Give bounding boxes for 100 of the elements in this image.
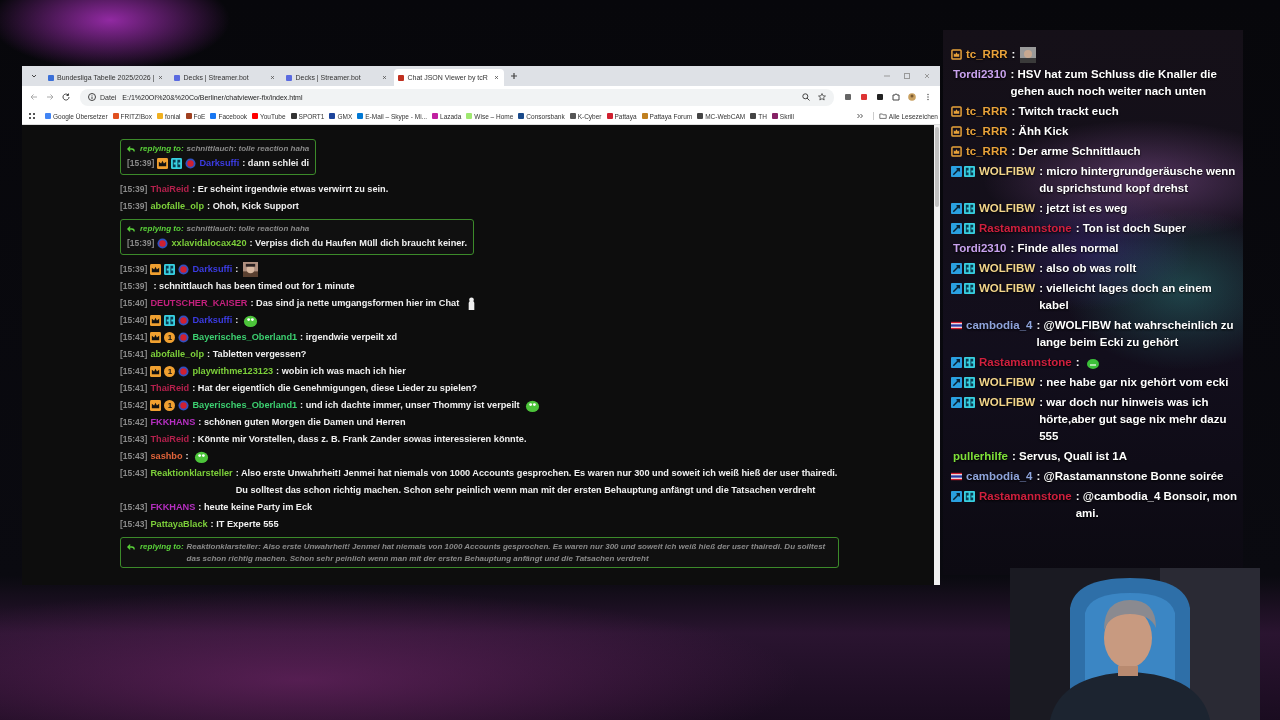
timestamp: [15:41]	[120, 365, 148, 378]
crown-badge-icon	[150, 366, 162, 377]
reply-quote: Reaktionklarsteller: Also erste Unwahrheit! Jenmei hat niemals von 1000 Accounts gesprochen. Es waren nur 300 und soweit ich weiß hieß der user thairedi. Du solltest das schon richtig machen. Schon sehr peinlich wenn man mit der ersten Behauptung anfängt und die Tatsachen verdreht	[186, 541, 827, 565]
username: tc_RRR	[966, 47, 1008, 62]
username: WOLFIBW	[979, 375, 1036, 390]
gg-badge-icon	[964, 397, 975, 408]
reply-icon	[127, 543, 135, 551]
username[interactable]: abofalle_olp	[150, 198, 204, 215]
username[interactable]: sashbo	[150, 448, 183, 465]
close-icon[interactable]	[381, 74, 389, 81]
scrollbar[interactable]	[934, 125, 940, 585]
emblem-badge-icon	[157, 238, 169, 249]
info-icon[interactable]	[87, 92, 97, 102]
message-text: : Tabletten vergessen?	[207, 348, 307, 361]
message-text: : vielleicht lages doch an einem kabel	[1039, 281, 1213, 313]
message-text: :	[185, 450, 189, 463]
username[interactable]: xxlavidalocax420	[171, 235, 247, 252]
close-icon[interactable]	[493, 74, 501, 81]
timestamp: [15:40]	[120, 297, 148, 310]
message-text: :	[1075, 355, 1080, 370]
message-text: : Ton ist doch Super	[1075, 221, 1186, 236]
message-text: : Verpiss dich du Haufen Müll dich braucht keiner.	[249, 237, 467, 250]
username[interactable]: Bayerisches_Oberland1	[192, 329, 298, 346]
reload-icon[interactable]	[61, 92, 71, 102]
gg-badge-icon	[964, 377, 975, 388]
timestamp: [15:39]	[127, 157, 155, 170]
timestamp: [15:43]	[120, 501, 148, 514]
emblem-badge-icon	[185, 158, 197, 169]
flag-icon	[951, 471, 962, 482]
message-text: :	[235, 263, 239, 276]
message-text: : nee habe gar nix gehört vom ecki	[1039, 375, 1229, 390]
timestamp: [15:42]	[120, 416, 148, 429]
username: WOLFIBW	[979, 164, 1036, 179]
zoom-icon[interactable]	[801, 92, 811, 102]
timestamp: [15:42]	[120, 399, 148, 412]
star-icon[interactable]	[817, 92, 827, 102]
message-text: : Hat der eigentlich die Genehmigungen, diese Lieder zu spielen?	[192, 382, 478, 395]
reply-quote: schnittlauch: tolle reaction haha	[186, 143, 310, 155]
username[interactable]: DEUTSCHER_KAISER	[150, 295, 248, 312]
close-icon[interactable]	[269, 74, 277, 81]
folder-icon	[878, 112, 887, 120]
gg-badge-icon	[964, 491, 975, 502]
message-text: : Ähh Kick	[1011, 124, 1069, 139]
username: Rastamannstone	[979, 221, 1072, 236]
username[interactable]: FKKHANS	[150, 499, 196, 516]
message-text: :	[1011, 47, 1016, 62]
username[interactable]: Bayerisches_Oberland1	[192, 397, 298, 414]
username[interactable]: FKKHANS	[150, 414, 196, 431]
username[interactable]: playwithme123123	[192, 363, 274, 380]
username[interactable]: PattayaBlack	[150, 516, 208, 533]
username[interactable]: abofalle_olp	[150, 346, 204, 363]
reply-label: replying to:	[140, 223, 184, 235]
username: pullerhilfe	[953, 449, 1008, 464]
emote-icon	[193, 449, 209, 464]
message-text: : Könnte mir Vorstellen, dass z. B. Frank Zander sowas interessieren könnte.	[192, 433, 527, 446]
timestamp: [15:43]	[120, 467, 148, 480]
gg-badge-icon	[964, 283, 975, 294]
apps-icon[interactable]	[27, 111, 37, 121]
crown-badge-icon	[951, 106, 962, 117]
username: WOLFIBW	[979, 201, 1036, 216]
message-text: : Ohoh, Kick Support	[207, 200, 299, 213]
username: Tordi2310	[953, 241, 1007, 256]
flag-icon	[951, 320, 962, 331]
number-badge: 1	[164, 366, 176, 377]
crown-badge-icon	[150, 264, 162, 275]
message-text: : Finde alles normal	[1010, 241, 1119, 256]
username: WOLFIBW	[979, 261, 1036, 276]
timestamp: [15:39]	[127, 237, 155, 250]
reply-label: replying to:	[140, 541, 184, 553]
emote-icon	[243, 313, 259, 328]
username: tc_RRR	[966, 104, 1008, 119]
message-text: : dann schlei di	[242, 157, 310, 170]
avatar-icon[interactable]	[907, 92, 917, 102]
timestamp: [15:39]	[120, 280, 148, 293]
gg-badge-icon	[164, 315, 176, 326]
gg-badge-icon	[171, 158, 183, 169]
emblem-badge-icon	[178, 264, 190, 275]
crown-badge-icon	[951, 146, 962, 157]
crown-badge-icon	[150, 315, 162, 326]
emblem-badge-icon	[178, 332, 190, 343]
message-text: : Also erste Unwahrheit! Jenmei hat niemals von 1000 Accounts gesprochen. Es waren nur 300 und soweit ich weiß hieß der user thairedi. Du solltest das schon richtig machen. Schon sehr peinlich wenn man mit der ersten Behauptung anfängt und die Tatsachen verdreht	[235, 467, 839, 497]
more-icon[interactable]	[854, 111, 865, 121]
timestamp: [15:41]	[120, 382, 148, 395]
message-text: : irgendwie verpeilt xd	[300, 331, 398, 344]
crown-badge-icon	[951, 49, 962, 60]
username: tc_RRR	[966, 144, 1008, 159]
message-text: : jetzt ist es weg	[1039, 201, 1128, 216]
timestamp: [15:39]	[120, 263, 148, 276]
message-text: : Das sind ja nette umgangsformen hier im Chat	[250, 297, 460, 310]
emote-icon	[524, 398, 540, 413]
username[interactable]: Reaktionklarsteller	[150, 465, 233, 482]
message-text: : wobin ich was mach ich hier	[276, 365, 406, 378]
message-text: : schönen guten Morgen die Damen und Herren	[198, 416, 406, 429]
message-text: : Er scheint irgendwie etwas verwirrt zu sein.	[192, 183, 389, 196]
message-text: :	[235, 314, 239, 327]
message-text: : HSV hat zum Schluss die Knaller die gehen auch noch weiter nach unten	[1010, 67, 1218, 99]
message-text: : @WOLFIBW hat wahrscheinlich zu lange beim Ecki zu gehört	[1036, 318, 1235, 350]
new-tab-icon[interactable]	[509, 71, 520, 81]
close-icon[interactable]	[157, 74, 165, 81]
timestamp: [15:43]	[120, 518, 148, 531]
